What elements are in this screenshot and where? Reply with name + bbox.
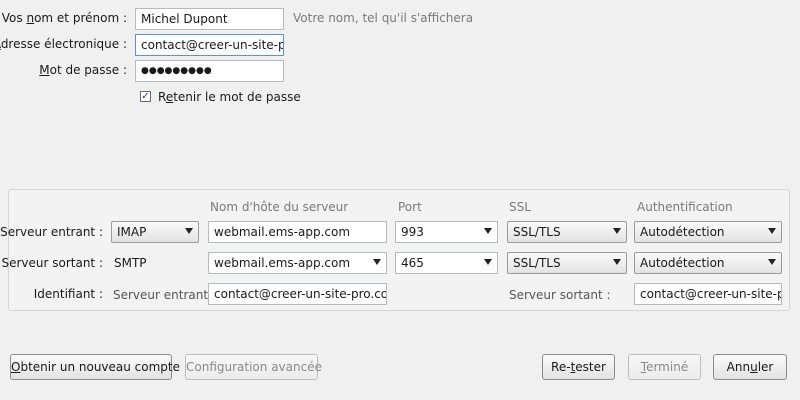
- auth-column-header: Authentification: [637, 200, 733, 214]
- incoming-server-label: Serveur entrant :: [0, 225, 103, 239]
- identifier-incoming-field[interactable]: contact@creer-un-site-pro.com: [208, 283, 387, 305]
- name-label: Vos nom et prénom :: [1, 11, 127, 25]
- name-hint: Votre nom, tel qu'il s'affichera: [293, 11, 474, 25]
- email-field[interactable]: contact@creer-un-site-pro: [135, 34, 284, 56]
- retest-button[interactable]: Re-tester: [542, 354, 615, 380]
- chevron-down-icon: [768, 259, 776, 265]
- identifier-label: Identifiant :: [33, 287, 103, 301]
- outgoing-port-combo[interactable]: 465: [395, 252, 498, 274]
- identifier-outgoing-field[interactable]: contact@creer-un-site-pro.com: [634, 283, 782, 305]
- chevron-down-icon: [613, 228, 621, 234]
- name-field[interactable]: Michel Dupont: [135, 8, 284, 30]
- ssl-column-header: SSL: [509, 200, 531, 214]
- chevron-down-icon: [613, 259, 621, 265]
- chevron-down-icon: [484, 259, 492, 265]
- identifier-outgoing-label: Serveur sortant :: [509, 288, 611, 302]
- advanced-config-button[interactable]: Configuration avancée: [185, 354, 322, 380]
- remember-password-label[interactable]: Retenir le mot de passe: [158, 90, 301, 104]
- chevron-down-icon: [768, 228, 776, 234]
- password-field[interactable]: ●●●●●●●●●: [135, 60, 284, 82]
- incoming-hostname-field[interactable]: webmail.ems-app.com: [208, 221, 387, 243]
- incoming-auth-select[interactable]: Autodétection: [634, 221, 782, 243]
- identifier-incoming-label: Serveur entrant :: [113, 288, 216, 302]
- incoming-ssl-select[interactable]: SSL/TLS: [507, 221, 627, 243]
- outgoing-ssl-select[interactable]: SSL/TLS: [507, 252, 627, 274]
- incoming-protocol-select[interactable]: IMAP: [111, 221, 199, 243]
- new-account-button[interactable]: Obtenir un nouveau compte: [10, 354, 180, 380]
- remember-password-checkbox[interactable]: ✓: [140, 91, 151, 102]
- email-label: Adresse électronique :: [0, 37, 127, 51]
- chevron-down-icon: [484, 228, 492, 234]
- hostname-column-header: Nom d'hôte du serveur: [210, 200, 349, 214]
- outgoing-protocol: SMTP: [114, 256, 147, 270]
- outgoing-auth-select[interactable]: Autodétection: [634, 252, 782, 274]
- done-button[interactable]: Terminé: [628, 354, 701, 380]
- chevron-down-icon: [373, 259, 381, 265]
- chevron-down-icon: [185, 228, 193, 234]
- cancel-button[interactable]: Annuler: [713, 354, 787, 380]
- outgoing-server-label: Serveur sortant :: [1, 256, 103, 270]
- incoming-port-combo[interactable]: 993: [395, 221, 498, 243]
- outgoing-hostname-combo[interactable]: webmail.ems-app.com: [208, 252, 387, 274]
- password-label: Mot de passe :: [39, 63, 127, 77]
- port-column-header: Port: [398, 200, 422, 214]
